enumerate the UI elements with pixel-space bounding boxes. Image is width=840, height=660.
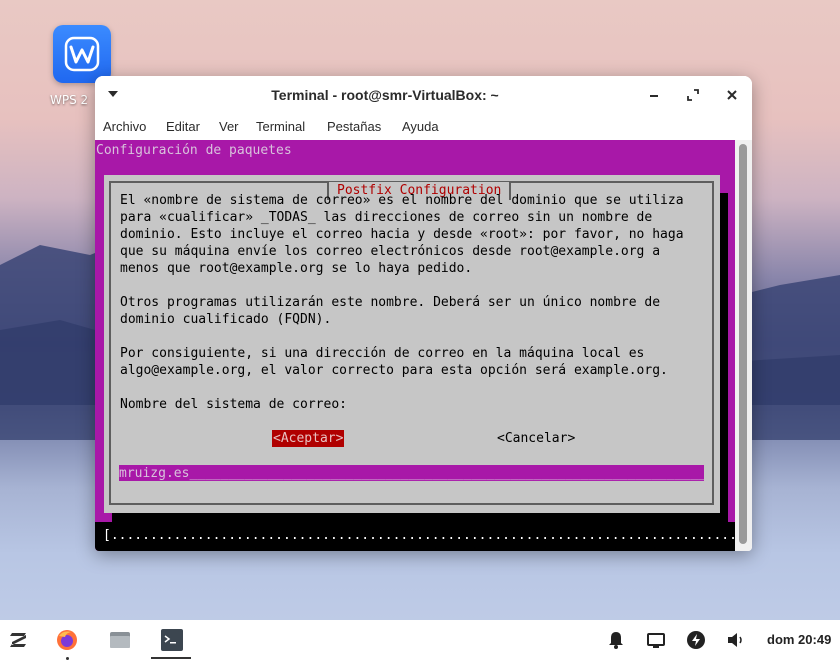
power-icon[interactable] [684, 628, 708, 652]
mail-name-input[interactable]: mruizg.es_______________________________… [119, 465, 704, 481]
volume-icon[interactable] [724, 628, 748, 652]
terminal-icon[interactable] [160, 628, 184, 652]
dialog-line: algo@example.org, el valor correcto para… [120, 363, 668, 378]
dialog-line: dominio cualificado (FQDN). [120, 312, 332, 327]
display-icon[interactable] [644, 628, 668, 652]
menu-bar: Archivo Editar Ver Terminal Pestañas Ayu… [95, 114, 752, 140]
dialog-line: Otros programas utilizarán este nombre. … [120, 295, 661, 310]
menu-ayuda[interactable]: Ayuda [402, 119, 439, 134]
mail-name-value: mruizg.es [119, 466, 190, 481]
active-app-indicator [151, 657, 191, 659]
minimize-icon[interactable] [646, 87, 662, 103]
menu-editar[interactable]: Editar [166, 119, 200, 134]
notifications-icon[interactable] [604, 628, 628, 652]
close-icon[interactable] [724, 87, 740, 103]
menu-archivo[interactable]: Archivo [103, 119, 146, 134]
scrollbar[interactable] [735, 140, 752, 551]
mail-name-prompt: Nombre del sistema de correo: [120, 397, 347, 412]
window-titlebar[interactable]: Terminal - root@smr-VirtualBox: ~ [95, 76, 752, 114]
terminal-area[interactable]: Configuración de paquetes Postfix Config… [95, 140, 735, 551]
menu-terminal[interactable]: Terminal [256, 119, 305, 134]
dialog-text: El «nombre de sistema de correo» es el n… [120, 192, 684, 412]
dialog-line: que su máquina envíe los correo electrón… [120, 244, 661, 259]
scrollbar-thumb[interactable] [739, 144, 747, 544]
clock[interactable]: dom 20:49 [767, 632, 831, 647]
wps-office-icon[interactable] [53, 25, 111, 83]
taskbar: dom 20:49 [0, 620, 840, 660]
terminal-window: Terminal - root@smr-VirtualBox: ~ Archiv… [95, 76, 752, 551]
firefox-icon[interactable] [55, 628, 79, 652]
dialog-line: menos que root@example.org se lo haya pe… [120, 261, 473, 276]
accept-button[interactable]: <Aceptar> [272, 430, 345, 447]
dialog-line: Por consiguiente, si una dirección de co… [120, 346, 645, 361]
files-icon[interactable] [108, 628, 132, 652]
package-config-header: Configuración de paquetes [96, 143, 292, 158]
menu-pestanas[interactable]: Pestañas [327, 119, 381, 134]
postfix-dialog: Postfix Configuration El «nombre de sist… [104, 175, 720, 513]
dialog-line: dominio. Esto incluye el correo hacia y … [120, 227, 684, 242]
dialog-line: para «cualificar» _TODAS_ las direccione… [120, 210, 653, 225]
cancel-button[interactable]: <Cancelar> [497, 430, 575, 447]
progress-bar-text: [.......................................… [103, 528, 735, 543]
maximize-icon[interactable] [685, 87, 701, 103]
window-title: Terminal - root@smr-VirtualBox: ~ [271, 87, 499, 103]
dialog-line: El «nombre de sistema de correo» es el n… [120, 193, 684, 208]
menu-ver[interactable]: Ver [219, 119, 239, 134]
input-fill: ________________________________________… [189, 466, 704, 481]
desktop-icon-label: WPS 2 [50, 93, 89, 107]
zorin-menu-icon[interactable] [7, 628, 31, 652]
progress-strip: [.......................................… [95, 522, 735, 551]
